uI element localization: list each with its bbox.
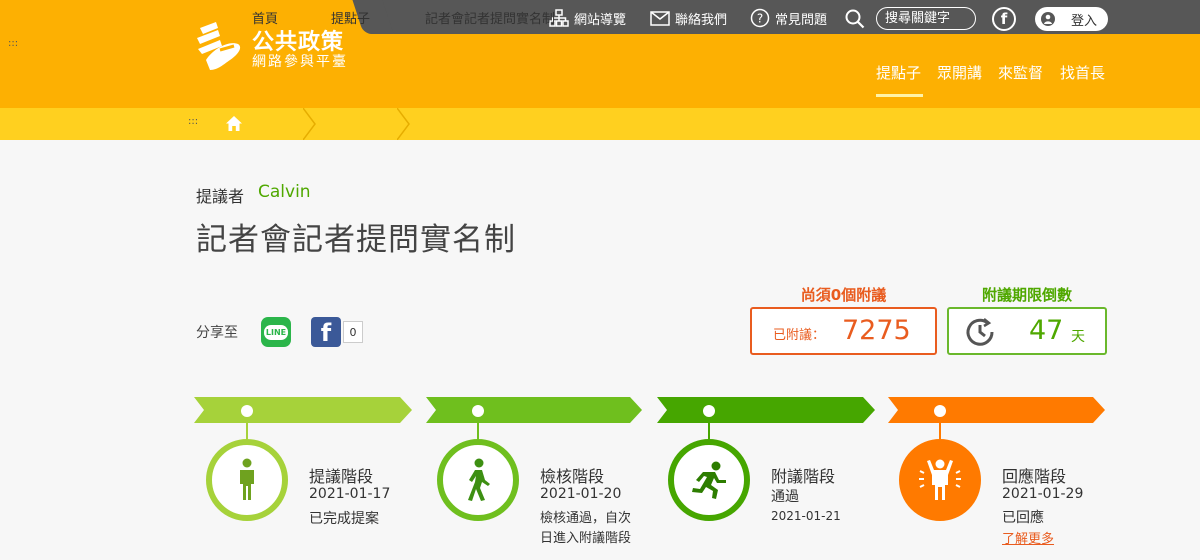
- stage-2-arrow: [426, 397, 642, 423]
- stage-1-circle: [206, 439, 288, 521]
- facebook-icon[interactable]: f: [992, 7, 1016, 31]
- signature-count-box: 已附議： 7275: [750, 307, 937, 355]
- contact-link[interactable]: 聯絡我們: [650, 8, 727, 28]
- stage-4-arrow: [888, 397, 1105, 423]
- stage-4-name: 回應階段: [1002, 467, 1067, 486]
- stage-4-note: 已回應: [1002, 510, 1044, 526]
- user-icon: [1041, 12, 1055, 26]
- stage-3-name: 附議階段: [771, 467, 836, 486]
- nav-propose[interactable]: 提點子: [876, 62, 921, 83]
- stage-1-note: 已完成提案: [309, 511, 379, 527]
- stage-2-date: 2021-01-20: [540, 486, 622, 502]
- stage-1-arrow: [194, 397, 412, 423]
- share-label: 分享至: [196, 325, 238, 341]
- breadcrumb-current: 記者會記者提問實名制: [425, 12, 556, 27]
- stage-3-dot: [703, 405, 715, 417]
- stage-1-dot: [241, 405, 253, 417]
- nav-monitor[interactable]: 來監督: [998, 62, 1043, 83]
- running-person-icon: [692, 461, 726, 499]
- breadcrumb-accesskey[interactable]: :::: [188, 116, 198, 127]
- faq-label: 常見問題: [775, 12, 828, 28]
- page-title: 記者會記者提問實名制: [196, 222, 516, 258]
- stage-1-stem: [246, 417, 248, 439]
- nav-active-indicator: [876, 94, 923, 97]
- search-icon[interactable]: [845, 9, 865, 29]
- breadcrumb-separator: [397, 108, 410, 140]
- home-icon[interactable]: [225, 115, 243, 132]
- countdown-box: 47 天: [947, 307, 1107, 355]
- proposer-name[interactable]: Calvin: [258, 182, 311, 202]
- breadcrumb-home[interactable]: 首頁: [252, 8, 278, 27]
- signatures-needed-label: 尚須0個附議: [800, 286, 887, 304]
- stage-2-circle: [437, 439, 519, 521]
- stage-4-circle: [899, 439, 981, 521]
- stage-2-note-line-1: 檢核通過，自次: [540, 511, 632, 526]
- breadcrumb-section[interactable]: 提點子: [331, 8, 370, 27]
- line-icon-text: LINE: [263, 324, 289, 340]
- logo-hand-icon: [197, 22, 241, 70]
- question-icon: ?: [750, 8, 770, 28]
- signature-count-label: 已附議：: [773, 328, 826, 343]
- countdown-unit: 天: [1071, 329, 1085, 345]
- svg-text:?: ?: [757, 12, 763, 26]
- nav-discuss[interactable]: 眾開講: [937, 62, 982, 83]
- stage-3-circle: [668, 439, 750, 521]
- stage-4-stem: [939, 417, 941, 439]
- contact-label: 聯絡我們: [675, 12, 728, 28]
- sitemap-link[interactable]: 網站導覽: [549, 8, 626, 28]
- login-button[interactable]: 登入: [1035, 7, 1108, 31]
- breadcrumb-separator: [303, 108, 316, 140]
- proposer-label: 提議者: [196, 187, 245, 206]
- stage-3-stem: [708, 417, 710, 439]
- stage-4-learn-more-link[interactable]: 了解更多: [1002, 528, 1054, 547]
- stage-3-status: 通過: [771, 489, 799, 505]
- stage-4-dot: [934, 405, 946, 417]
- countdown-value: 47: [1029, 315, 1064, 346]
- stage-3-arrow: [657, 397, 875, 423]
- stage-2-stem: [477, 417, 479, 439]
- envelope-icon: [650, 10, 670, 26]
- login-label: 登入: [1071, 13, 1098, 29]
- stage-1-name: 提議階段: [309, 467, 374, 486]
- logo-subtitle: 網路參與平臺: [252, 54, 348, 70]
- stage-2-name: 檢核階段: [540, 467, 605, 486]
- search-input[interactable]: [876, 7, 976, 30]
- walking-person-icon: [468, 458, 490, 501]
- countdown-label: 附議期限倒數: [981, 286, 1072, 304]
- signature-count-value: 7275: [842, 315, 911, 346]
- stage-4-date: 2021-01-29: [1002, 486, 1084, 502]
- facebook-share-count: 0: [343, 321, 363, 343]
- stage-2-note-line-2: 日進入附議階段: [540, 531, 632, 546]
- line-icon[interactable]: LINE: [261, 317, 291, 347]
- stage-1-date: 2021-01-17: [309, 486, 391, 502]
- nav-find-leader[interactable]: 找首長: [1060, 62, 1105, 83]
- accesskey-marker[interactable]: :::: [8, 38, 18, 49]
- facebook-share-icon[interactable]: f: [311, 317, 341, 347]
- stage-2-dot: [472, 405, 484, 417]
- standing-person-icon: [240, 458, 254, 500]
- cheering-person-icon: [919, 459, 961, 500]
- breadcrumb: [0, 108, 1200, 140]
- faq-link[interactable]: ? 常見問題: [750, 8, 827, 28]
- sitemap-label: 網站導覽: [574, 12, 627, 28]
- stage-3-date: 2021-01-21: [771, 509, 841, 523]
- clock-icon: [966, 318, 994, 346]
